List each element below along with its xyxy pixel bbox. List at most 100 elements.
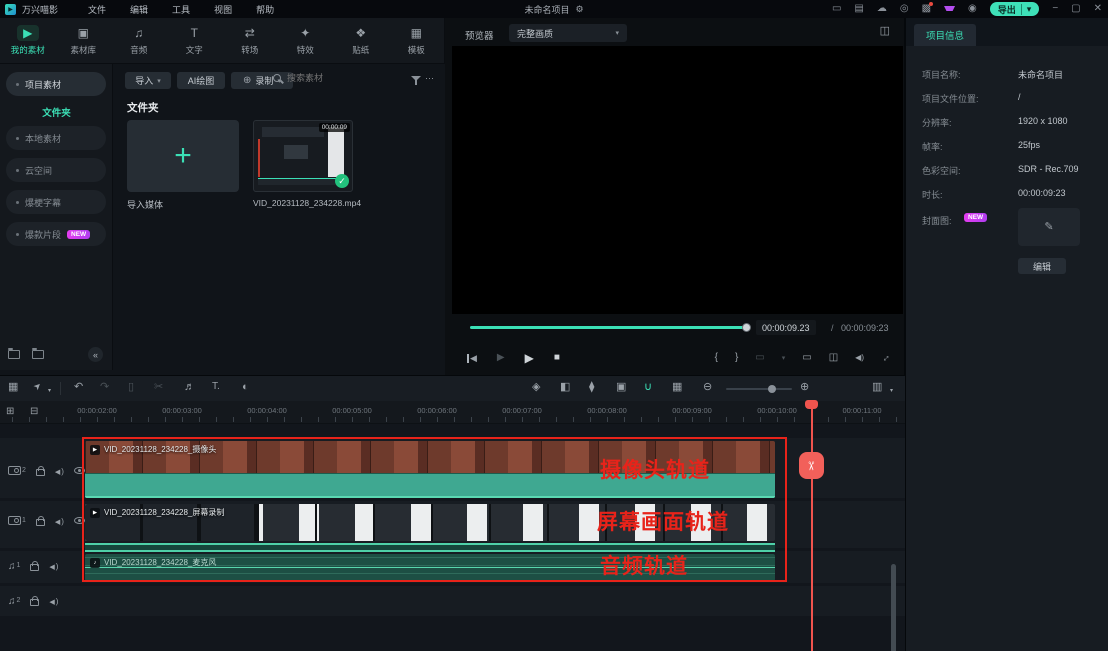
tab-stock-media[interactable]: 素材库 bbox=[56, 25, 110, 56]
screen-record-icon[interactable] bbox=[616, 382, 626, 393]
tab-text[interactable]: 文字 bbox=[167, 25, 221, 56]
edit-cover-button[interactable]: 编辑 bbox=[1018, 258, 1066, 274]
next-frame-icon[interactable] bbox=[497, 353, 505, 363]
magnet-snap-icon[interactable] bbox=[644, 382, 652, 393]
text-tool-icon[interactable] bbox=[212, 382, 220, 392]
preview-quality-dropdown[interactable]: 完整画质 bbox=[509, 24, 627, 42]
timeline-zoom-slider[interactable] bbox=[726, 388, 792, 390]
mark-in-icon[interactable] bbox=[715, 353, 718, 363]
hide-track-icon[interactable] bbox=[74, 467, 85, 474]
play-button[interactable] bbox=[525, 352, 534, 364]
sidebar-item-cloud-space[interactable]: 云空间 bbox=[6, 158, 106, 182]
ratio-caret-icon[interactable] bbox=[782, 355, 786, 362]
shopping-cart-icon[interactable] bbox=[944, 6, 955, 13]
playhead-handle[interactable] bbox=[805, 400, 818, 409]
lock-track-icon[interactable] bbox=[30, 599, 39, 606]
close-button[interactable] bbox=[1094, 4, 1102, 14]
zoom-out-icon[interactable] bbox=[703, 382, 712, 393]
mute-track-icon[interactable] bbox=[49, 557, 58, 573]
tab-my-media[interactable]: 我的素材 bbox=[1, 25, 55, 56]
volume-icon[interactable] bbox=[855, 354, 864, 362]
tab-effects[interactable]: 特效 bbox=[278, 25, 332, 56]
collapse-sidebar-button[interactable]: « bbox=[88, 347, 103, 362]
cover-image-box[interactable] bbox=[1018, 208, 1080, 246]
grid-view-icon[interactable] bbox=[6, 407, 14, 417]
display-mode-icon[interactable] bbox=[832, 4, 841, 14]
color-icon[interactable] bbox=[589, 382, 594, 393]
mute-track-icon[interactable] bbox=[55, 462, 64, 478]
fullscreen-icon[interactable] bbox=[879, 351, 893, 365]
ai-draw-button[interactable]: AI绘图 bbox=[177, 72, 225, 89]
zoom-in-icon[interactable] bbox=[800, 382, 809, 393]
fit-screen-icon[interactable] bbox=[802, 353, 811, 363]
gift-icon[interactable] bbox=[922, 4, 931, 14]
sidebar-item-meme-captions[interactable]: 爆梗字幕 bbox=[6, 190, 106, 214]
split-icon[interactable] bbox=[154, 382, 163, 393]
search-input[interactable] bbox=[287, 73, 367, 83]
snapshot-icon[interactable] bbox=[829, 353, 838, 363]
sidebar-item-local-media[interactable]: 本地素材 bbox=[6, 126, 106, 150]
stop-button[interactable] bbox=[554, 353, 560, 363]
sidebar-item-hot-clips[interactable]: 爆款片段 NEW bbox=[6, 222, 106, 246]
menu-tools[interactable]: 工具 bbox=[172, 3, 190, 16]
timeline-scrollbar[interactable] bbox=[891, 564, 896, 651]
mute-track-icon[interactable] bbox=[49, 592, 58, 608]
redo-icon[interactable] bbox=[100, 382, 109, 393]
keyframe-icon[interactable] bbox=[532, 382, 540, 393]
lock-track-icon[interactable] bbox=[36, 519, 45, 526]
track-manager-caret-icon[interactable] bbox=[890, 388, 893, 394]
tab-audio[interactable]: 音频 bbox=[112, 25, 166, 56]
tab-templates[interactable]: 模板 bbox=[389, 25, 443, 56]
support-icon[interactable] bbox=[900, 4, 909, 14]
tab-transitions[interactable]: 转场 bbox=[223, 25, 277, 56]
maximize-button[interactable] bbox=[1071, 4, 1080, 14]
mask-icon[interactable] bbox=[560, 382, 570, 393]
timeline-ruler[interactable]: 00:00:02:00 00:00:03:00 00:00:04:00 00:0… bbox=[0, 401, 905, 424]
sidebar-item-project-media[interactable]: 项目素材 bbox=[6, 72, 106, 96]
export-caret-icon[interactable]: ▾ bbox=[1021, 4, 1032, 15]
folder-list-icon[interactable] bbox=[32, 350, 44, 359]
hide-track-icon[interactable] bbox=[74, 517, 85, 524]
snapshot-view-icon[interactable] bbox=[880, 26, 890, 37]
seek-handle[interactable] bbox=[742, 323, 751, 332]
current-timecode[interactable]: 00:00:09.23 bbox=[756, 320, 816, 335]
menu-help[interactable]: 帮助 bbox=[256, 3, 274, 16]
minimize-button[interactable] bbox=[1052, 4, 1058, 14]
import-button[interactable]: 导入 bbox=[125, 72, 171, 89]
motion-tracking-icon[interactable] bbox=[242, 382, 249, 393]
lock-track-icon[interactable] bbox=[30, 564, 39, 571]
undo-icon[interactable] bbox=[74, 382, 83, 393]
playhead-line[interactable] bbox=[811, 400, 813, 651]
seek-bar[interactable] bbox=[470, 326, 746, 329]
media-bin-icon[interactable] bbox=[8, 382, 18, 393]
cloud-upload-icon[interactable] bbox=[877, 4, 887, 14]
previous-frame-icon[interactable]: ◀ bbox=[467, 354, 477, 363]
mark-out-icon[interactable] bbox=[735, 353, 738, 363]
select-tool-caret-icon[interactable] bbox=[48, 388, 51, 394]
lock-track-icon[interactable] bbox=[36, 469, 45, 476]
import-media-tile[interactable]: + bbox=[127, 120, 239, 192]
track-manager-icon[interactable] bbox=[872, 382, 882, 393]
media-clip-thumbnail[interactable]: 00:00:09 ✓ bbox=[253, 120, 353, 192]
mute-track-icon[interactable] bbox=[55, 512, 64, 528]
project-settings-gear-icon[interactable] bbox=[575, 5, 583, 14]
account-icon[interactable] bbox=[968, 4, 977, 14]
delete-icon[interactable] bbox=[128, 382, 134, 393]
zoom-slider-handle[interactable] bbox=[768, 385, 776, 393]
aspect-ratio-icon[interactable] bbox=[755, 353, 764, 363]
menu-view[interactable]: 视图 bbox=[214, 3, 232, 16]
select-tool-icon[interactable] bbox=[32, 381, 44, 393]
menu-edit[interactable]: 编辑 bbox=[130, 3, 148, 16]
playhead-split-scissors-icon[interactable]: ✂ bbox=[799, 452, 824, 479]
filter-icon[interactable] bbox=[411, 76, 421, 85]
save-icon[interactable] bbox=[854, 4, 863, 14]
auto-ripple-icon[interactable] bbox=[672, 382, 682, 393]
export-button[interactable]: 导出 ▾ bbox=[990, 2, 1040, 16]
video-viewport[interactable] bbox=[452, 46, 903, 314]
tab-stickers[interactable]: 贴纸 bbox=[334, 25, 388, 56]
more-options-icon[interactable] bbox=[425, 74, 434, 83]
audio-denoise-icon[interactable] bbox=[184, 382, 195, 393]
audio-mixer-icon[interactable] bbox=[30, 407, 38, 417]
folder-view-icon[interactable] bbox=[8, 350, 20, 359]
tab-project-info[interactable]: 项目信息 bbox=[914, 24, 976, 46]
